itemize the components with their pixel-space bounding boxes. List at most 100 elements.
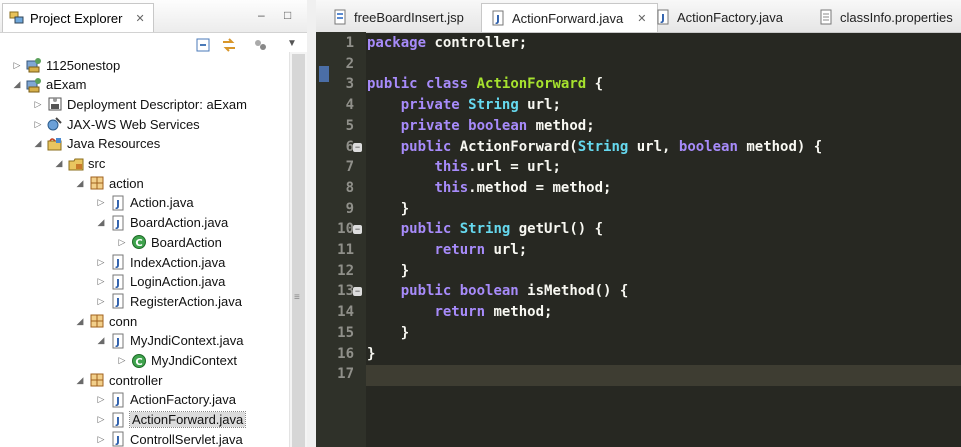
tree-item[interactable]: ▷ 1125onestop [10,55,120,75]
collapsed-arrow-icon[interactable]: ▷ [94,257,108,268]
tree-item[interactable]: ◢ aExam [10,75,86,95]
view-menu-icon[interactable] [254,38,268,52]
collapsed-arrow-icon[interactable]: ▷ [94,414,108,425]
code-token: getUrl() { [510,221,604,238]
tree-item[interactable]: ▷ C BoardAction [115,232,222,252]
java-file-icon: J [110,412,126,428]
tree-item[interactable]: ▷ Deployment Descriptor: aExam [31,94,247,114]
code-line: return method; [367,302,552,323]
fold-toggle-icon[interactable]: − [353,142,362,152]
close-icon[interactable]: ✕ [135,12,144,25]
tree-item-label: aExam [46,77,87,93]
editor-tab-label: ActionFactory.java [677,9,783,25]
link-with-editor-icon[interactable] [221,38,235,52]
expanded-arrow-icon[interactable]: ◢ [31,138,45,149]
minimize-icon[interactable]: – [258,8,265,22]
tree-item[interactable]: ◢ controller [73,370,163,390]
editor-tab[interactable]: classInfo.properties [810,3,961,31]
tree-item[interactable]: ◢ J BoardAction.java [94,213,228,233]
editor-tab[interactable]: freeBoardInsert.jsp [324,3,474,31]
java-file-icon: J [490,10,506,26]
code-token: { [586,76,604,93]
view-separator[interactable] [307,0,316,447]
tree-item-label: action [109,175,144,191]
scrollbar-thumb[interactable] [292,54,305,447]
collapsed-arrow-icon[interactable]: ▷ [94,394,108,405]
collapsed-arrow-icon[interactable]: ▷ [94,434,108,445]
tree-item[interactable]: ▷ J IndexAction.java [94,252,225,272]
code-line: public ActionForward(String url, boolean… [367,137,822,158]
tree-item[interactable]: ◢ J MyJndiContext.java [94,331,243,351]
descriptor-icon [47,96,63,112]
collapsed-arrow-icon[interactable]: ▷ [115,237,129,248]
code-keyword: return [434,242,486,258]
line-number: 5 [345,117,354,134]
svg-text:J: J [115,278,120,289]
collapsed-arrow-icon[interactable]: ▷ [94,296,108,307]
maximize-icon[interactable]: □ [284,8,291,22]
tree-item[interactable]: ▷ J RegisterAction.java [94,291,242,311]
tree-item[interactable]: ▷ J ActionForward.java [94,410,247,430]
expanded-arrow-icon[interactable]: ◢ [94,335,108,346]
properties-file-icon [818,9,834,25]
package-icon [89,175,105,191]
code-keyword: public [400,138,452,155]
explorer-scrollbar[interactable]: ≡ [289,52,307,447]
collapsed-arrow-icon[interactable]: ▷ [31,99,45,110]
project-explorer-tab[interactable]: Project Explorer ✕ [2,3,154,32]
tree-item[interactable]: ◢ conn [73,311,138,331]
code-token: } [367,324,410,341]
close-icon[interactable]: ✕ [637,12,646,25]
tree-item[interactable]: ▷ J LoginAction.java [94,272,225,292]
collapsed-arrow-icon[interactable]: ▷ [94,197,108,208]
collapsed-arrow-icon[interactable]: ▷ [31,119,45,130]
collapsed-arrow-icon[interactable]: ▷ [115,355,129,366]
expanded-arrow-icon[interactable]: ◢ [73,178,87,189]
tree-item-label: ActionFactory.java [130,392,236,408]
expanded-arrow-icon[interactable]: ◢ [94,217,108,228]
tree-item[interactable]: ▷ J ActionFactory.java [94,390,236,410]
tree-item[interactable]: ◢ src [52,154,106,174]
fold-toggle-icon[interactable]: − [353,287,362,297]
tree-item[interactable]: ◢ Java Resources [31,134,161,154]
code-token: .method = method; [468,179,612,196]
collapsed-arrow-icon[interactable]: ▷ [94,276,108,287]
java-file-icon: J [110,293,126,309]
editor-tab[interactable]: J ActionFactory.java [647,3,793,31]
code-line: } [367,261,409,282]
svg-text:J: J [115,416,120,427]
editor-tab[interactable]: J ActionForward.java ✕ [481,3,658,32]
fold-toggle-icon[interactable]: − [353,225,362,235]
expanded-arrow-icon[interactable]: ◢ [10,79,24,90]
tree-item[interactable]: ▷ C MyJndiContext [115,351,237,371]
line-number: 11 [337,242,354,258]
editor-tab-label: ActionForward.java [512,10,624,26]
project-explorer-title: Project Explorer [30,10,123,26]
expanded-arrow-icon[interactable]: ◢ [73,316,87,327]
svg-text:J: J [115,337,120,348]
editor-tab-label: classInfo.properties [840,9,953,25]
line-number: 15 [337,324,354,341]
java-file-icon: J [655,9,671,25]
code-line: } [367,344,375,365]
java-file-icon: J [110,431,126,447]
java-file-icon: J [110,195,126,211]
expanded-arrow-icon[interactable]: ◢ [52,158,66,169]
code-keyword: ActionForward [476,76,587,93]
tree-item[interactable]: ▷ J ControllServlet.java [94,429,243,447]
expanded-arrow-icon[interactable]: ◢ [73,375,87,386]
chevron-down-icon[interactable]: ▼ [287,38,301,52]
collapsed-arrow-icon[interactable]: ▷ [10,60,24,71]
editor-area: freeBoardInsert.jsp J ActionForward.java ✕ J… [316,0,961,447]
line-number: 10 [337,221,354,238]
tree-item[interactable]: ▷ J Action.java [94,193,194,213]
tree-item[interactable]: ◢ action [73,173,144,193]
collapse-all-icon[interactable] [196,38,210,52]
tree-item[interactable]: ▷ JAX-WS Web Services [31,114,200,134]
